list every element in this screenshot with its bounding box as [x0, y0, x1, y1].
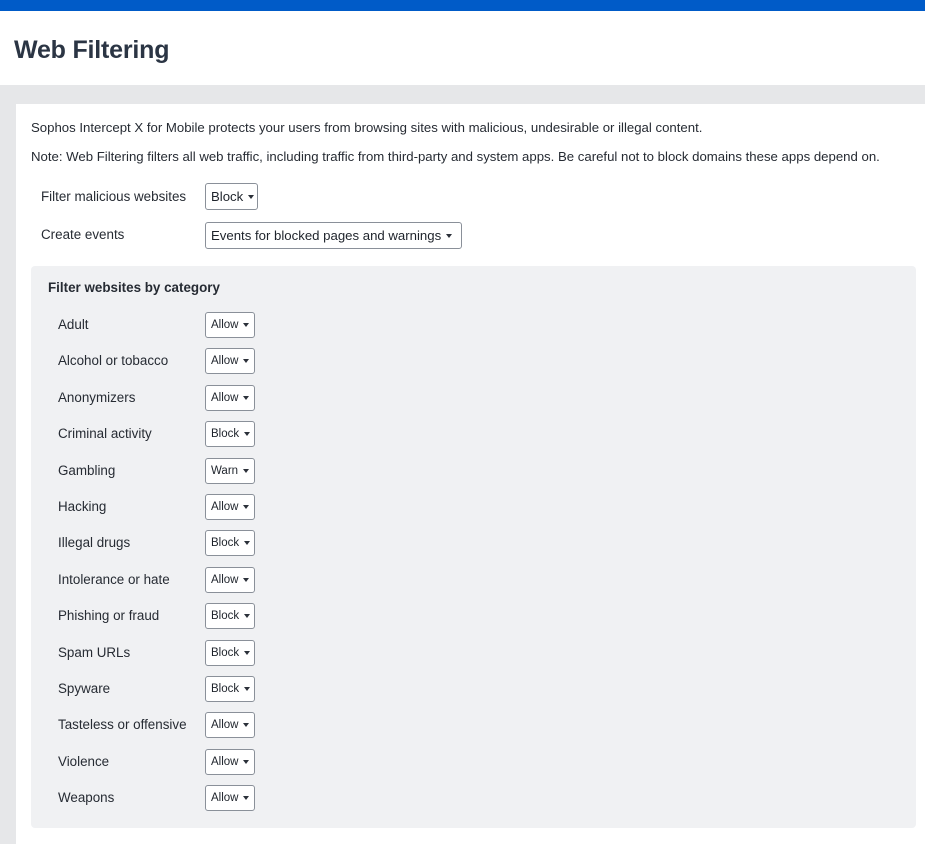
category-label: Anonymizers: [58, 389, 136, 405]
category-action-dropdown[interactable]: Block: [205, 603, 255, 630]
category-action-value: Allow: [211, 319, 239, 331]
category-action-value: Allow: [211, 391, 239, 404]
category-row: Criminal activity Block: [31, 421, 331, 448]
category-action-value: Block: [211, 646, 240, 659]
create-events-value: Events for blocked pages and warnings: [211, 228, 442, 243]
category-label: Intolerance or hate: [58, 571, 170, 587]
category-label: Phishing or fraud: [58, 608, 160, 624]
category-label: Spam URLs: [58, 644, 131, 660]
chevron-down-icon: [243, 468, 250, 473]
category-action-value: Allow: [211, 719, 239, 732]
category-label: Illegal drugs: [58, 535, 131, 551]
chevron-down-icon: [248, 194, 255, 199]
category-action-dropdown[interactable]: Allow: [205, 748, 255, 775]
category-label: Weapons: [58, 790, 115, 806]
category-row: Violence Allow: [31, 748, 331, 776]
category-row: Weapons Allow: [31, 785, 331, 812]
chevron-down-icon: [243, 505, 250, 509]
category-row: Gambling Warn: [31, 457, 331, 485]
chevron-down-icon: [243, 359, 250, 364]
category-label: Criminal activity: [58, 426, 152, 442]
category-row: Phishing or fraud Block: [31, 603, 331, 630]
page-title: Web Filtering: [14, 36, 170, 64]
category-row: Anonymizers Allow: [31, 384, 331, 412]
category-row: Intolerance or hate Allow: [31, 566, 331, 594]
category-filter-section: Filter websites by category Adult Allow Al…: [31, 266, 916, 828]
chevron-down-icon: [243, 759, 250, 764]
category-row: Illegal drugs Block: [31, 530, 331, 557]
category-action-dropdown[interactable]: Allow: [205, 384, 255, 411]
category-action-dropdown[interactable]: Allow: [205, 785, 255, 812]
category-row: Alcohol or tobacco Allow: [31, 348, 331, 375]
chevron-down-icon: [244, 687, 251, 691]
create-events-dropdown[interactable]: Events for blocked pages and warnings: [205, 222, 462, 249]
category-action-dropdown[interactable]: Block: [205, 530, 255, 557]
category-label: Alcohol or tobacco: [58, 353, 169, 369]
chevron-down-icon: [244, 432, 251, 437]
category-action-dropdown[interactable]: Block: [205, 676, 255, 702]
category-action-value: Block: [211, 683, 240, 695]
category-action-dropdown[interactable]: Allow: [205, 312, 255, 338]
category-action-value: Allow: [211, 573, 239, 586]
chevron-down-icon: [244, 541, 251, 546]
category-action-value: Allow: [211, 355, 239, 368]
category-action-dropdown[interactable]: Block: [205, 639, 255, 666]
category-action-dropdown[interactable]: Allow: [205, 712, 255, 739]
category-action-value: Block: [211, 610, 240, 623]
category-row: Spyware Block: [31, 676, 331, 703]
category-label: Hacking: [58, 499, 107, 514]
category-label: Adult: [58, 317, 89, 332]
filter-malicious-value: Block: [211, 189, 244, 204]
category-action-value: Warn: [211, 464, 239, 477]
category-action-value: Block: [211, 428, 240, 441]
category-action-dropdown[interactable]: Allow: [205, 348, 255, 375]
category-action-dropdown[interactable]: Allow: [205, 494, 255, 520]
create-events-label: Create events: [41, 227, 125, 242]
category-action-value: Allow: [211, 792, 239, 805]
category-label: Tasteless or offensive: [58, 717, 187, 733]
web-filtering-panel: Sophos Intercept X for Mobile protects y…: [16, 104, 925, 844]
category-action-dropdown[interactable]: Allow: [205, 566, 255, 593]
category-action-value: Allow: [211, 755, 239, 768]
chevron-down-icon: [243, 577, 250, 582]
chevron-down-icon: [243, 323, 250, 327]
chevron-down-icon: [243, 395, 250, 400]
intro-text: Sophos Intercept X for Mobile protects y…: [31, 120, 703, 135]
filter-malicious-dropdown[interactable]: Block: [205, 183, 258, 210]
chevron-down-icon: [244, 614, 251, 619]
category-row: Tasteless or offensive Allow: [31, 712, 331, 739]
filter-malicious-label: Filter malicious websites: [41, 189, 187, 204]
category-label: Spyware: [58, 681, 111, 696]
category-section-title: Filter websites by category: [48, 280, 220, 295]
chevron-down-icon: [244, 650, 251, 655]
chevron-down-icon: [446, 233, 453, 238]
page-header: Web Filtering: [0, 11, 925, 85]
chevron-down-icon: [243, 723, 250, 728]
category-label: Violence: [58, 753, 110, 769]
note-text: Note: Web Filtering filters all web traf…: [31, 149, 880, 164]
category-action-value: Allow: [211, 501, 239, 513]
category-action-dropdown[interactable]: Warn: [205, 457, 255, 484]
category-row: Hacking Allow: [31, 494, 331, 521]
category-row: Spam URLs Block: [31, 639, 331, 667]
category-label: Gambling: [58, 462, 116, 478]
chevron-down-icon: [243, 796, 250, 801]
category-row: Adult Allow: [31, 312, 331, 339]
category-action-dropdown[interactable]: Block: [205, 421, 255, 448]
category-action-value: Block: [211, 537, 240, 550]
top-accent-bar: [0, 0, 925, 11]
